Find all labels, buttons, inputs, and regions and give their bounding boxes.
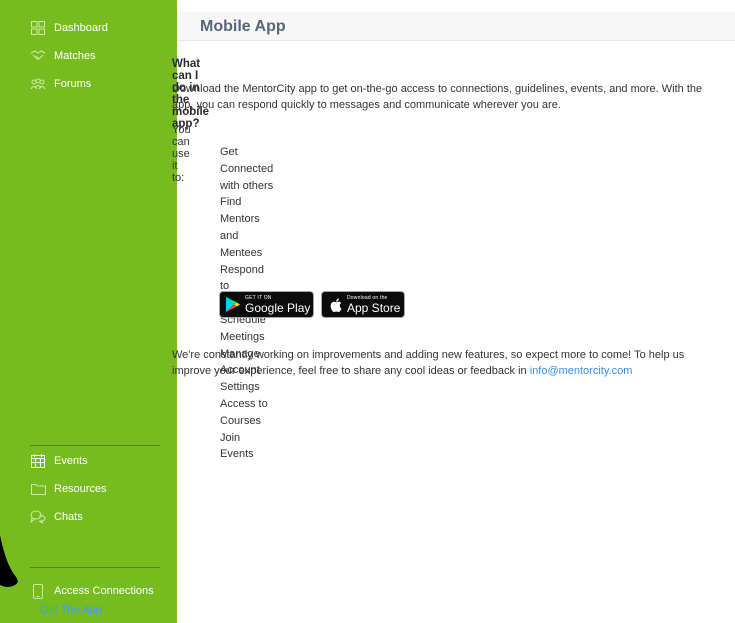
use-label: You can use it to: xyxy=(172,124,191,184)
sidebar-item-chats[interactable]: Chats xyxy=(30,506,83,528)
apple-icon xyxy=(330,298,342,312)
sidebar-item-events[interactable]: Events xyxy=(30,450,88,472)
calendar-icon xyxy=(30,453,46,469)
folder-icon xyxy=(30,481,46,497)
google-play-big-text: Google Play xyxy=(245,300,311,315)
page-title: Mobile App xyxy=(200,18,286,35)
email-link[interactable]: info@mentorcity.com xyxy=(530,365,633,377)
list-item: Find Mentors and Mentees xyxy=(220,196,263,259)
outro-paragraph: We're constantly working on improvements… xyxy=(172,347,692,379)
google-play-icon xyxy=(226,297,240,312)
grid-icon xyxy=(30,20,46,36)
sidebar-item-dashboard[interactable]: Dashboard xyxy=(30,17,108,39)
sidebar-item-label: Dashboard xyxy=(54,22,108,34)
sidebar-item-label: Resources xyxy=(54,483,107,495)
sidebar-item-matches[interactable]: Matches xyxy=(30,45,96,67)
sidebar-item-resources[interactable]: Resources xyxy=(30,478,107,500)
phone-icon xyxy=(30,583,46,599)
sidebar-item-label: Forums xyxy=(54,78,92,90)
chat-icon xyxy=(30,509,46,525)
sidebar-item-label: Matches xyxy=(54,50,96,62)
sidebar: Dashboard Matches Forums Events Resource… xyxy=(0,0,177,623)
google-play-small-text: GET IT ON xyxy=(245,294,272,301)
pointer-shape xyxy=(0,535,18,587)
group-icon xyxy=(30,76,46,92)
sidebar-item-label: Events xyxy=(54,455,88,467)
sidebar-item-access-connections[interactable]: Access Connections xyxy=(30,580,154,602)
handshake-icon xyxy=(30,48,46,64)
app-store-small-text: Download on the xyxy=(347,294,388,301)
main-content: Mobile App What can I do in the mobile a… xyxy=(172,0,735,623)
sidebar-divider xyxy=(30,445,160,446)
sidebar-item-label: Access Connections xyxy=(54,585,154,597)
sidebar-divider xyxy=(30,567,160,568)
intro-paragraph: Download the MentorCity app to get on-th… xyxy=(172,83,703,111)
app-store-big-text: App Store xyxy=(347,300,401,315)
list-item: Get Connected with others xyxy=(220,146,274,192)
sidebar-item-forums[interactable]: Forums xyxy=(30,73,91,95)
list-item: Join Events xyxy=(220,431,254,461)
sidebar-item-label: Chats xyxy=(54,511,83,523)
google-play-button[interactable]: GET IT ON Google Play xyxy=(219,291,314,318)
get-the-app-link[interactable]: Get The App xyxy=(40,604,102,616)
app-store-button[interactable]: Download on the App Store xyxy=(321,291,405,318)
list-item: Access to Courses xyxy=(220,397,268,427)
